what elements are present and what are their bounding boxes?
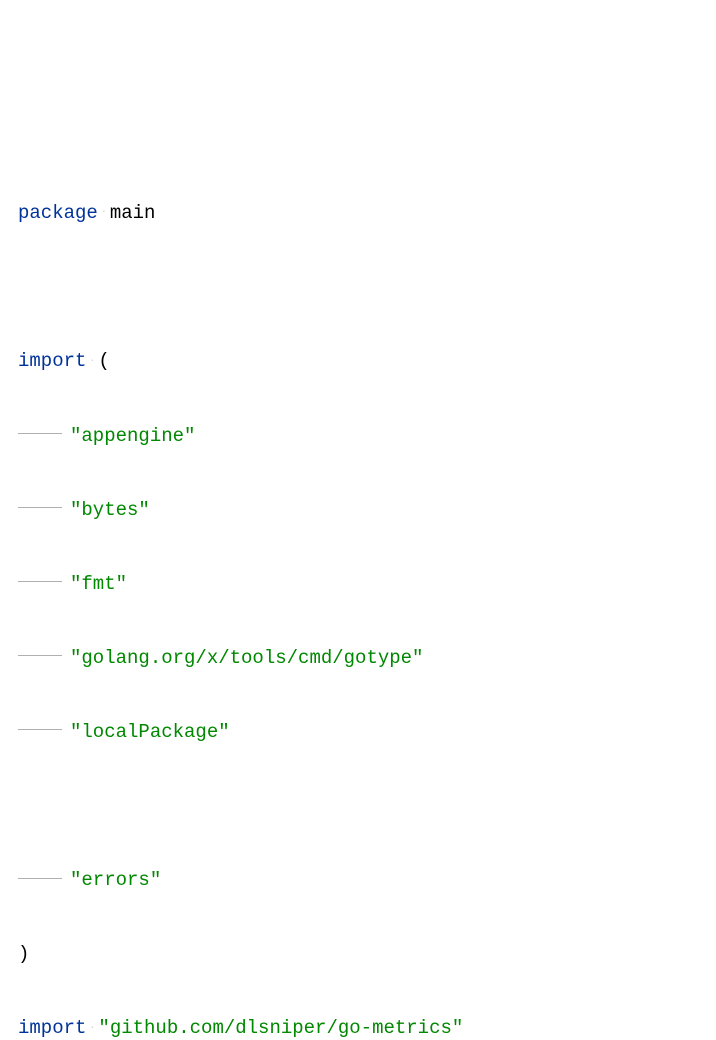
code-line-3: import·(	[18, 343, 698, 380]
import-string: "errors"	[70, 869, 161, 891]
indent-guide-icon	[18, 878, 62, 879]
code-line-import-4: "golang.org/x/tools/cmd/gotype"	[18, 640, 698, 677]
code-line-blank-indented	[18, 788, 698, 825]
code-line-12: import·"github.com/dlsniper/go-metrics"	[18, 1010, 698, 1040]
code-line-import-1: "appengine"	[18, 418, 698, 455]
close-paren: )	[18, 943, 29, 965]
code-line-2-blank	[18, 269, 698, 306]
indent-guide-icon	[18, 581, 62, 582]
code-block: package·main import·( "appengine" "bytes…	[18, 158, 698, 1040]
whitespace-dot: ·	[98, 203, 110, 223]
code-line-import-3: "fmt"	[18, 566, 698, 603]
code-line-import-5: "localPackage"	[18, 714, 698, 751]
code-line-import-6: "errors"	[18, 862, 698, 899]
import-string: "bytes"	[70, 499, 150, 521]
import-string: "github.com/dlsniper/go-metrics"	[98, 1017, 463, 1039]
keyword-package: package	[18, 202, 98, 224]
import-string: "golang.org/x/tools/cmd/gotype"	[70, 647, 423, 669]
import-string: "localPackage"	[70, 721, 230, 743]
whitespace-dot: ·	[86, 352, 98, 372]
code-line-close: )	[18, 936, 698, 973]
whitespace-dot: ·	[86, 1019, 98, 1039]
indent-guide-icon	[18, 433, 62, 434]
import-string: "fmt"	[70, 573, 127, 595]
code-line-1: package·main	[18, 195, 698, 232]
package-name: main	[110, 202, 156, 224]
code-line-import-2: "bytes"	[18, 492, 698, 529]
import-string: "appengine"	[70, 425, 195, 447]
keyword-import: import	[18, 1017, 86, 1039]
keyword-import: import	[18, 350, 86, 372]
open-paren: (	[98, 350, 109, 372]
indent-guide-icon	[18, 655, 62, 656]
indent-guide-icon	[18, 507, 62, 508]
indent-guide-icon	[18, 729, 62, 730]
